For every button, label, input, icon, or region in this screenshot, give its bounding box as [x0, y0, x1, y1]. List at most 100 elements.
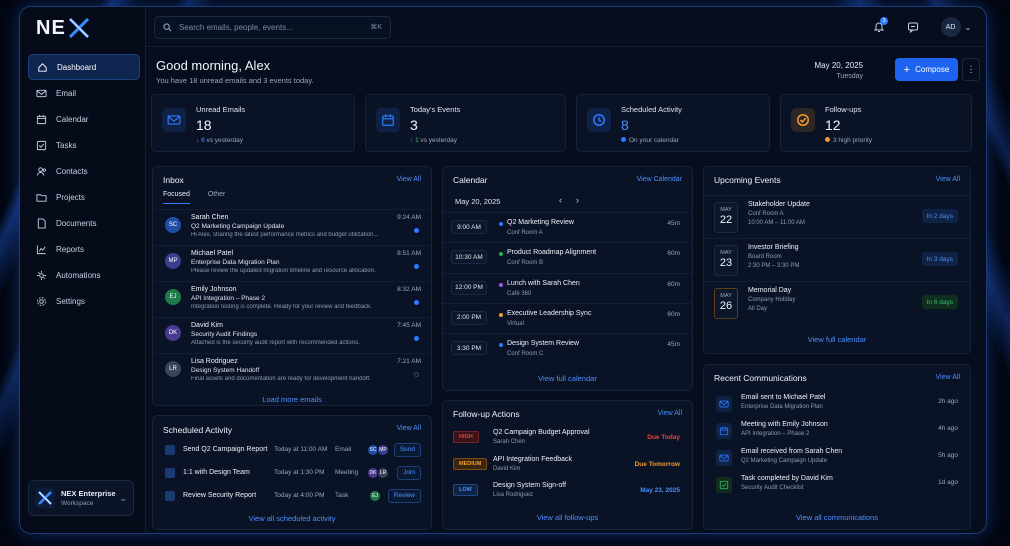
- clock-icon: [592, 113, 606, 127]
- email-row[interactable]: LR Lisa Rodriguez Design System Handoff …: [153, 353, 431, 389]
- tab-other[interactable]: Other: [208, 191, 226, 204]
- recent-view-all-link[interactable]: View All: [936, 374, 960, 381]
- stat-sub: ↑ 1 vs yesterday: [410, 137, 457, 144]
- sidebar-item-projects[interactable]: Projects: [28, 184, 140, 210]
- scheduled-view-all-link[interactable]: View All: [397, 425, 421, 432]
- date-tile: MAY 22: [714, 202, 738, 233]
- upcoming-view-full-calendar-link[interactable]: View full calendar: [704, 335, 970, 344]
- sidebar-item-reports[interactable]: Reports: [28, 236, 140, 262]
- event-location: Conf Room B: [507, 260, 544, 267]
- event-title: Lunch with Sarah Chen: [507, 279, 580, 287]
- communication-sub: Enterprise Data Migration Plan: [741, 404, 823, 410]
- sidebar-item-automations[interactable]: Automations: [28, 262, 140, 288]
- search-box[interactable]: ⌘K: [154, 16, 391, 39]
- calendar-event[interactable]: 2:00 PM Executive Leadership Sync Virtua…: [443, 302, 692, 333]
- email-subject: Design System Handoff: [191, 367, 260, 374]
- email-row[interactable]: DK David Kim Security Audit Findings Att…: [153, 317, 431, 353]
- plus-icon: +: [903, 63, 911, 76]
- compose-button[interactable]: + Compose: [895, 58, 958, 81]
- view-full-calendar-link[interactable]: View full calendar: [443, 374, 692, 383]
- scheduled-title: Review Security Report: [183, 492, 257, 499]
- follow-up-item[interactable]: HIGH Q2 Campaign Budget Approval Sarah C…: [443, 426, 692, 452]
- email-preview: Integration testing is complete. Ready f…: [191, 304, 372, 310]
- recent-title: Recent Communications: [714, 373, 807, 383]
- stat-card[interactable]: Follow-ups 12 3 high priority: [780, 94, 972, 152]
- scheduled-item[interactable]: Review Security Report Today at 4:00 PM …: [153, 484, 431, 507]
- search-input[interactable]: [179, 23, 359, 32]
- task-icon: [165, 490, 175, 501]
- send-button[interactable]: Send: [393, 442, 421, 457]
- communication-title: Email received from Sarah Chen: [741, 448, 843, 455]
- follow-up-item[interactable]: LOW Design System Sign-off Lisa Rodrigue…: [443, 479, 692, 505]
- stat-card[interactable]: Scheduled Activity 8 On your calendar: [576, 94, 770, 152]
- event-duration: 60m: [667, 280, 680, 288]
- communication-item[interactable]: Task completed by David Kim Security Aud…: [704, 474, 970, 501]
- more-vertical-icon: ⋮: [966, 64, 976, 74]
- sidebar-item-calendar[interactable]: Calendar: [28, 106, 140, 132]
- view-calendar-link[interactable]: View Calendar: [637, 176, 682, 183]
- countdown-badge: In 3 days: [921, 252, 958, 266]
- email-row[interactable]: EJ Emily Johnson API Integration – Phase…: [153, 281, 431, 317]
- communication-time: 1d ago: [938, 479, 958, 486]
- sidebar-item-settings[interactable]: Settings: [28, 288, 140, 314]
- chevron-left-icon[interactable]: ‹: [559, 195, 562, 205]
- communication-item[interactable]: Meeting with Emily Johnson API Integrati…: [704, 420, 970, 447]
- email-sender: Lisa Rodriguez: [191, 358, 238, 365]
- read-dot-icon: [414, 372, 419, 377]
- stat-card[interactable]: Today's Events 3 ↑ 1 vs yesterday: [365, 94, 566, 152]
- sidebar-item-label: Dashboard: [57, 62, 97, 72]
- unread-dot-icon: [414, 264, 419, 269]
- calendar-event[interactable]: 3:30 PM Design System Review Conf Room C…: [443, 333, 692, 363]
- event-duration: 45m: [667, 220, 680, 227]
- notifications-button[interactable]: 3: [870, 16, 888, 38]
- follow-up-title: API Integration Feedback: [493, 455, 572, 463]
- communication-item[interactable]: Email sent to Michael Patel Enterprise D…: [704, 393, 970, 420]
- view-all-communications-link[interactable]: View all communications: [704, 513, 970, 522]
- sidebar-item-email[interactable]: Email: [28, 80, 140, 106]
- avatar: SC: [165, 217, 181, 233]
- event-location: Virtual: [507, 320, 524, 327]
- load-more-emails-link[interactable]: Load more emails: [153, 395, 431, 404]
- chevron-right-icon[interactable]: ›: [576, 195, 579, 205]
- event-duration: 60m: [667, 250, 680, 258]
- communication-item[interactable]: Email received from Sarah Chen Q2 Market…: [704, 447, 970, 474]
- today-date: May 20, 2025 Tuesday: [814, 61, 863, 80]
- event-title: Executive Leadership Sync: [507, 309, 592, 317]
- follow-up-view-all-link[interactable]: View All: [658, 410, 682, 417]
- scheduled-item[interactable]: Send Q2 Campaign Report Today at 11:00 A…: [153, 438, 431, 461]
- sidebar-item-documents[interactable]: Documents: [28, 210, 140, 236]
- review-button[interactable]: Review: [387, 488, 421, 503]
- scheduled-item[interactable]: 1:1 with Design Team Today at 1:30 PM Me…: [153, 461, 431, 484]
- email-subject: Q2 Marketing Campaign Update: [191, 223, 285, 230]
- tasks-icon: [36, 140, 47, 150]
- join-button[interactable]: Join: [397, 465, 421, 480]
- email-subject: Security Audit Findings: [191, 331, 258, 338]
- upcoming-event[interactable]: MAY 23 Investor Briefing Board Room 2:30…: [704, 238, 970, 281]
- upcoming-event[interactable]: MAY 26 Memorial Day Company Holiday All …: [704, 281, 970, 324]
- inbox-view-all-link[interactable]: View All: [397, 176, 421, 183]
- date-tile: MAY 23: [714, 245, 738, 276]
- view-all-scheduled-link[interactable]: View all scheduled activity: [153, 514, 431, 523]
- calendar-event[interactable]: 10:30 AM Product Roadmap Alignment Conf …: [443, 242, 692, 272]
- stat-card[interactable]: Unread Emails 18 ↓ 6 vs yesterday: [151, 94, 355, 152]
- sidebar-item-contacts[interactable]: Contacts: [28, 158, 140, 184]
- messages-button[interactable]: [904, 16, 922, 38]
- upcoming-event[interactable]: MAY 22 Stakeholder Update Conf Room A 10…: [704, 195, 970, 238]
- email-row[interactable]: SC Sarah Chen Q2 Marketing Campaign Upda…: [153, 209, 431, 245]
- sidebar: NE Dashboard Email Calendar Tasks Contac…: [20, 7, 146, 533]
- event-time: 2:30 PM – 3:30 PM: [748, 263, 800, 269]
- tab-focused[interactable]: Focused: [163, 191, 190, 204]
- calendar-event[interactable]: 9:00 AM Q2 Marketing Review Conf Room A …: [443, 212, 692, 242]
- chevron-down-icon: ⌄: [119, 493, 127, 503]
- due-label: Due Tomorrow: [634, 460, 680, 468]
- calendar-event[interactable]: 12:00 PM Lunch with Sarah Chen Café 360 …: [443, 272, 692, 303]
- sidebar-item-dashboard[interactable]: Dashboard: [28, 54, 140, 80]
- view-all-follow-ups-link[interactable]: View all follow-ups: [443, 513, 692, 522]
- email-row[interactable]: MP Michael Patel Enterprise Data Migrati…: [153, 245, 431, 281]
- more-options-button[interactable]: ⋮: [962, 58, 980, 81]
- user-menu[interactable]: AD ⌄: [938, 16, 974, 38]
- follow-up-item[interactable]: MEDIUM API Integration Feedback David Ki…: [443, 453, 692, 479]
- workspace-switcher[interactable]: NEX Enterprise Workspace ⌄: [28, 480, 134, 516]
- sidebar-item-tasks[interactable]: Tasks: [28, 132, 140, 158]
- upcoming-view-all-link[interactable]: View All: [936, 176, 960, 183]
